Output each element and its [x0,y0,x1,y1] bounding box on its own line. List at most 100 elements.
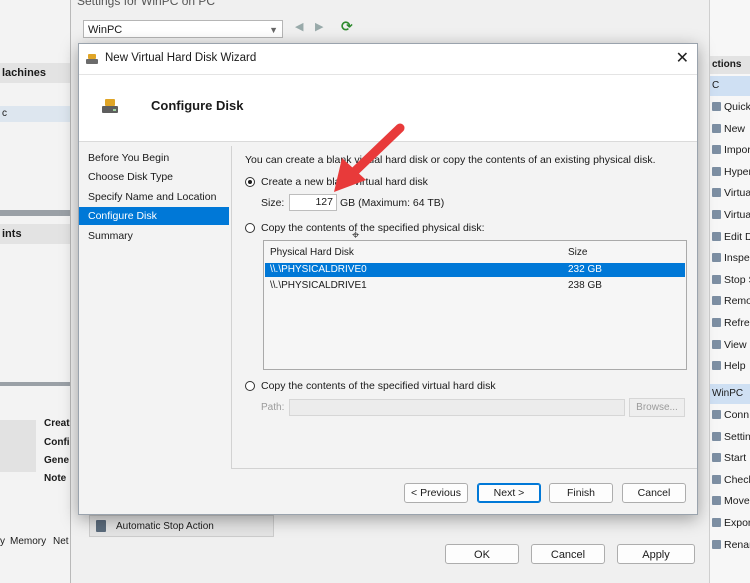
step-choose-disk-type[interactable]: Choose Disk Type [79,168,229,186]
action-icon [712,496,721,506]
action-item[interactable]: Stop S [710,270,750,290]
radio-unselected[interactable] [245,223,255,233]
action-label: Settin [724,430,750,443]
action-item[interactable]: Expor [710,513,750,533]
action-item[interactable]: Inspec [710,248,750,268]
page-title: Configure Disk [151,98,244,113]
action-icon [712,231,721,241]
finish-button[interactable]: Finish [549,483,613,503]
column-header-physical-hard-disk[interactable]: Physical Hard Disk [270,245,354,261]
automatic-stop-action-item[interactable]: Automatic Stop Action [89,515,274,537]
action-item[interactable]: Start [710,448,750,468]
column-header-size[interactable]: Size [568,245,587,261]
action-item[interactable]: Virtua [710,205,750,225]
details-tab-memory[interactable]: Memory [10,536,46,547]
virtual-machines-header: lachines [0,63,70,83]
action-icon [712,474,721,484]
action-label: View [724,338,747,351]
step-before-you-begin[interactable]: Before You Begin [79,149,229,167]
next-button[interactable]: Next > [477,483,541,503]
action-label: Inspec [724,252,750,265]
settings-apply-button[interactable]: Apply [617,544,695,564]
actions-group-vm: WinPC [710,384,750,404]
disk-name: \\.\PHYSICALDRIVE1 [270,280,367,291]
action-icon [712,410,721,419]
option-copy-physical-disk[interactable]: Copy the contents of the specified physi… [245,222,485,234]
action-label: Renar [724,538,750,551]
cancel-button[interactable]: Cancel [622,483,686,503]
step-configure-disk[interactable]: Configure Disk [79,207,229,225]
size-input[interactable]: 127 [289,194,337,211]
previous-button[interactable]: < Previous [404,483,468,503]
action-item[interactable]: Settin [710,427,750,447]
action-item[interactable]: Conn [710,405,750,425]
steps-divider [231,146,232,468]
details-tab-networking[interactable]: Net [53,536,69,547]
action-label: Expor [724,517,750,529]
intro-text: You can create a blank virtual hard disk… [245,154,656,166]
wizard-header: Configure Disk [79,75,697,142]
wizard-title: New Virtual Hard Disk Wizard [105,52,257,64]
actions-pane: ctions C Quick New Impor Hyper Virtua Virtua E… [709,0,750,583]
action-icon [712,145,721,155]
vm-list-item[interactable]: c [0,106,72,122]
action-icon [712,431,721,441]
stop-action-icon [96,520,106,532]
action-item[interactable]: Hyper [710,162,750,182]
back-icon[interactable]: ◀ [295,20,303,33]
action-item[interactable]: Refres [710,313,750,333]
action-icon [712,339,721,349]
option-copy-virtual-label: Copy the contents of the specified virtu… [261,380,496,392]
radio-selected[interactable] [245,177,255,187]
close-icon[interactable]: ✕ [676,48,689,68]
action-item[interactable]: Virtua [710,183,750,203]
action-label: Virtua [724,187,750,200]
action-item[interactable]: Help [710,356,750,376]
action-icon [712,274,721,284]
action-label: Quick [724,101,750,113]
path-input[interactable] [289,399,625,416]
vm-selector-value: WinPC [88,24,123,36]
radio-unselected[interactable] [245,381,255,391]
action-icon [712,361,721,371]
action-item[interactable]: New [710,119,750,139]
size-label: Size: [261,197,285,209]
action-label: Start [724,452,747,465]
action-icon [712,296,721,306]
action-icon [712,318,721,327]
physical-disk-list[interactable]: Physical Hard Disk Size \\.\PHYSICALDRIV… [263,240,687,370]
details-label-generation: Gene [44,455,70,466]
action-item[interactable]: Impor [710,140,750,160]
browse-button[interactable]: Browse... [629,398,685,417]
disk-row[interactable]: \\.\PHYSICALDRIVE0 232 GB [265,263,685,277]
settings-cancel-button[interactable]: Cancel [531,544,605,564]
option-copy-virtual-disk[interactable]: Copy the contents of the specified virtu… [245,380,496,392]
step-summary[interactable]: Summary [79,227,229,245]
forward-icon[interactable]: ▶ [315,20,323,33]
action-icon [712,518,721,527]
action-icon [712,453,721,463]
disk-name: \\.\PHYSICALDRIVE0 [270,264,367,275]
checkpoints-header: ints [0,224,70,244]
action-item[interactable]: Remo [710,291,750,311]
details-tab-summary[interactable]: y [0,536,5,547]
step-specify-name-and-location[interactable]: Specify Name and Location [79,188,229,206]
action-item[interactable]: Check [710,470,750,490]
action-item[interactable]: View [710,335,750,355]
action-icon [712,253,721,263]
settings-ok-button[interactable]: OK [445,544,519,564]
action-item[interactable]: Renar [710,535,750,555]
actions-group-host: C [710,76,750,96]
disk-row[interactable]: \\.\PHYSICALDRIVE1 238 GB [265,279,685,293]
settings-window-title: Settings for WinPC on PC [77,0,216,8]
action-item[interactable]: Edit D [710,227,750,247]
action-label: New [724,122,746,135]
action-item[interactable]: Move [710,491,750,511]
vm-selector[interactable]: WinPC ▼ [83,20,283,38]
left-pane-background: lachines c ints Creat Confi Gene Note y … [0,0,72,583]
refresh-icon[interactable]: ⟳ [341,18,353,35]
option-create-new-disk[interactable]: Create a new blank virtual hard disk [245,176,428,188]
action-item[interactable]: Quick [710,97,750,117]
pane-divider [0,382,70,386]
vm-thumbnail [0,420,36,472]
